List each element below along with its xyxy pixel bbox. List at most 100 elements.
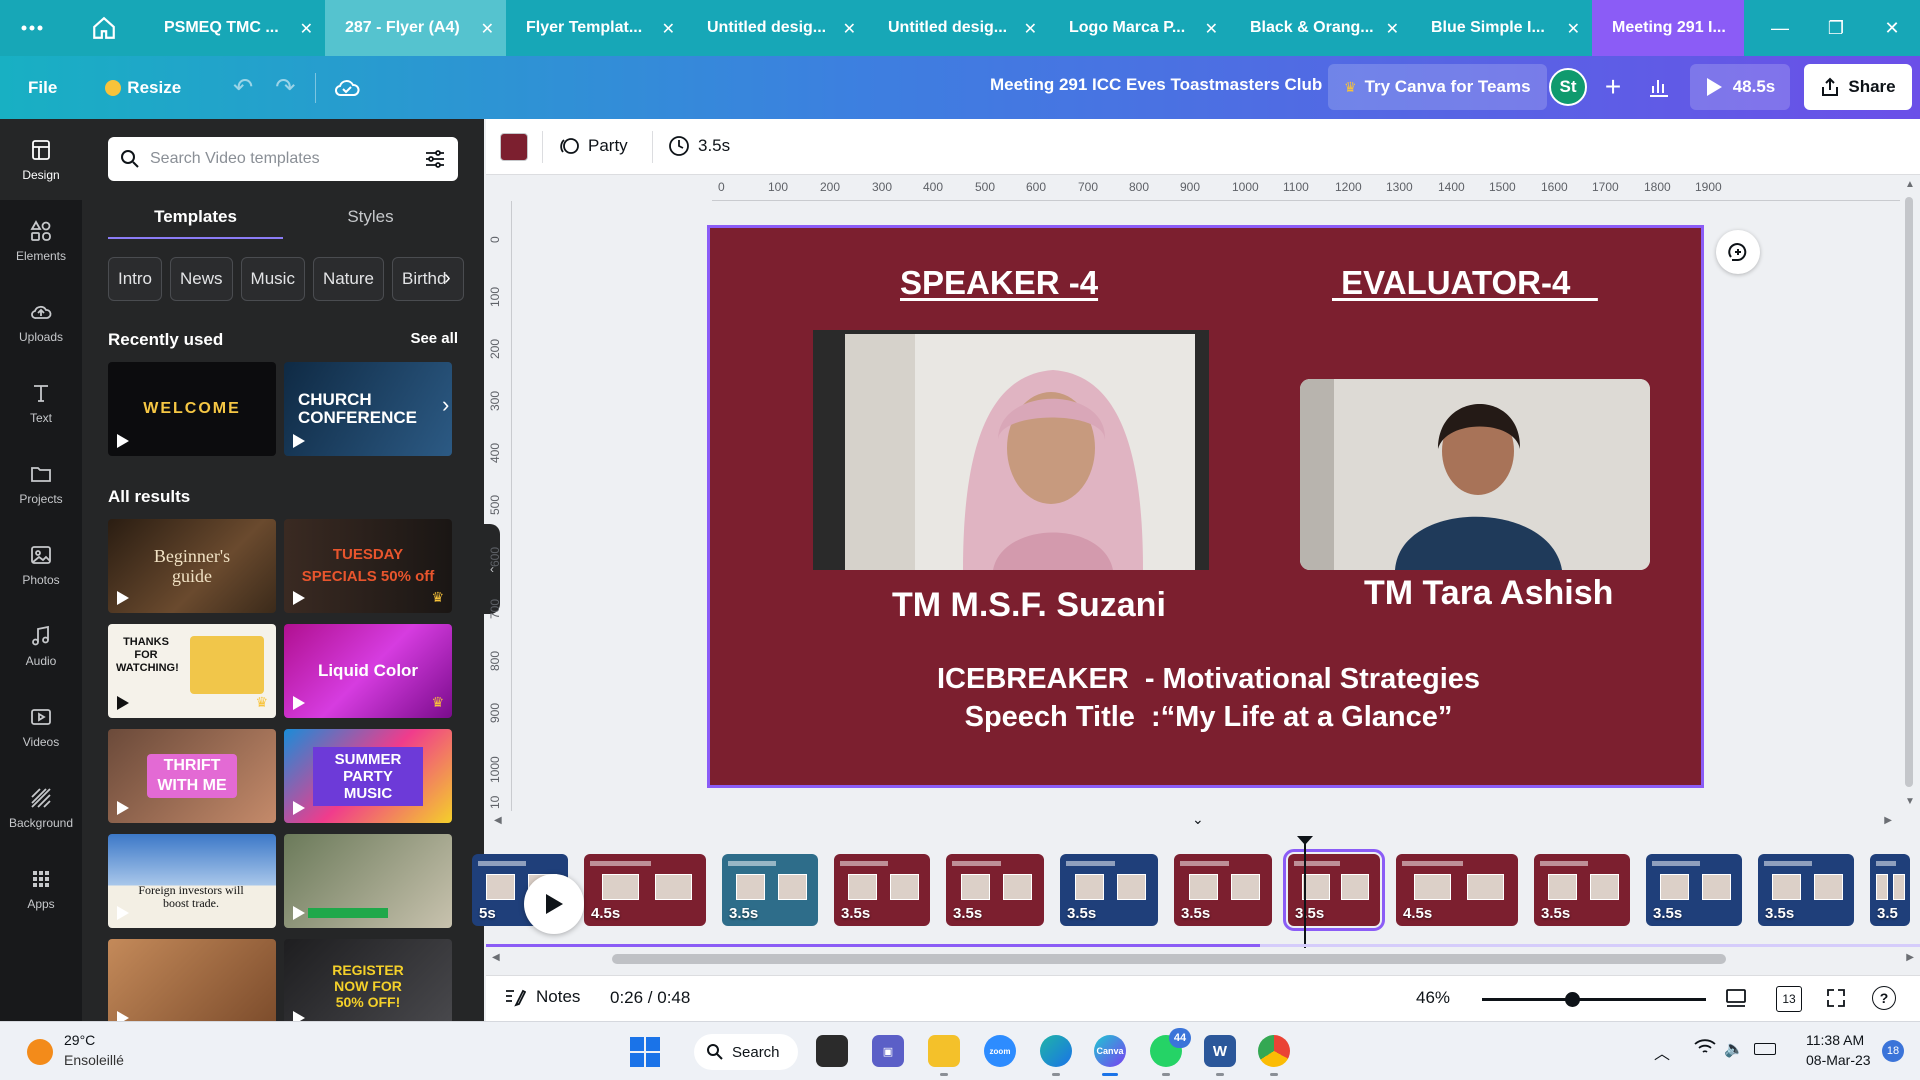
template-thumbnail[interactable]: THRIFT WITH ME (108, 729, 276, 823)
evaluator-photo[interactable] (1300, 379, 1650, 570)
share-button[interactable]: Share (1804, 64, 1912, 110)
insights-chart-icon[interactable] (1636, 64, 1682, 110)
browser-tab[interactable]: Flyer Templat... ✕ (506, 0, 687, 56)
slide-canvas[interactable]: SPEAKER -4 EVALUATOR-4 TM M.S.F. Suzani … (707, 225, 1704, 788)
chevron-up-icon[interactable]: ︿ (1654, 1040, 1670, 1064)
nav-design[interactable]: Design (0, 119, 82, 200)
close-icon[interactable]: ✕ (1024, 19, 1037, 39)
nav-projects[interactable]: Projects (0, 443, 82, 524)
scroll-down-icon[interactable]: ▼ (1905, 796, 1915, 807)
zoom-icon[interactable]: zoom (984, 1035, 1016, 1067)
vertical-scrollbar-thumb[interactable] (1905, 197, 1913, 787)
tab-templates[interactable]: Templates (108, 199, 283, 239)
notes-button[interactable]: Notes (504, 987, 580, 1007)
timeline-scrollbar-thumb[interactable] (612, 954, 1726, 964)
timeline-thumbnail[interactable]: 3.5s (722, 854, 818, 926)
icebreaker-line[interactable]: ICEBREAKER - Motivational Strategies (710, 663, 1701, 696)
template-thumbnail[interactable]: CHURCH CONFERENCE (284, 362, 452, 456)
speaker-photo[interactable] (813, 330, 1209, 570)
duration-button[interactable]: 3.5s (668, 135, 730, 157)
close-icon[interactable]: ✕ (481, 19, 494, 39)
timeline-thumbnail[interactable]: 3.5 (1870, 854, 1910, 926)
undo-icon[interactable]: ↶ (233, 73, 253, 102)
redo-icon[interactable]: ↷ (275, 73, 295, 102)
chip-intro[interactable]: Intro (108, 257, 163, 301)
see-all-link[interactable]: See all (410, 330, 458, 347)
chrome-icon[interactable] (1258, 1035, 1290, 1076)
browser-tab[interactable]: Blue Simple I... ✕ (1411, 0, 1592, 56)
scroll-up-icon[interactable]: ▲ (1905, 179, 1915, 190)
close-icon[interactable]: ✕ (1567, 19, 1580, 39)
close-icon[interactable]: ✕ (662, 19, 675, 39)
scroll-left-icon[interactable]: ◀ (494, 815, 502, 826)
zoom-percent[interactable]: 46% (1416, 988, 1450, 1008)
close-window-icon[interactable]: ✕ (1864, 0, 1920, 56)
speaker-name[interactable]: TM M.S.F. Suzani (892, 586, 1166, 625)
background-color-swatch[interactable] (500, 133, 528, 161)
taskbar-search[interactable]: Search (694, 1034, 798, 1070)
whatsapp-icon[interactable]: 44 (1150, 1028, 1191, 1076)
edge-browser-icon[interactable] (1040, 1035, 1072, 1076)
add-collaborator-icon[interactable]: + (1594, 68, 1632, 106)
zoom-slider[interactable] (1482, 992, 1706, 1007)
template-thumbnail[interactable]: WELCOME (108, 362, 276, 456)
timeline-thumbnail[interactable]: 3.5s (1758, 854, 1854, 926)
nav-background[interactable]: Background (0, 767, 82, 848)
template-thumbnail[interactable]: REGISTER NOW FOR 50% OFF! (284, 939, 452, 1021)
clock-time[interactable]: 11:38 AM (1806, 1032, 1864, 1048)
scroll-right-icon[interactable]: ▶ (1884, 815, 1892, 826)
playhead[interactable] (1297, 836, 1313, 948)
nav-audio[interactable]: Audio (0, 605, 82, 686)
template-thumbnail[interactable]: TUESDAY SPECIALS 50% off ♛ (284, 519, 452, 613)
resize-button[interactable]: Resize (91, 68, 195, 108)
template-thumbnail[interactable]: Liquid Color ♛ (284, 624, 452, 718)
nav-uploads[interactable]: Uploads (0, 281, 82, 362)
cloud-save-icon[interactable] (334, 77, 360, 99)
vertical-scrollbar[interactable]: ▲ ▼ (1900, 175, 1920, 811)
weather-sun-icon[interactable] (27, 1039, 53, 1065)
filter-icon[interactable] (424, 149, 446, 169)
regenerate-icon[interactable] (1716, 230, 1760, 274)
animation-button[interactable]: Party (558, 135, 628, 157)
document-title[interactable]: Meeting 291 ICC Eves Toastmasters Club (990, 75, 1322, 95)
wifi-icon[interactable] (1694, 1038, 1716, 1061)
file-menu-button[interactable]: File (14, 68, 71, 108)
timeline-thumbnail[interactable]: 3.5s (946, 854, 1044, 926)
browser-tab-active[interactable]: Meeting 291 I... (1592, 0, 1744, 56)
timeline-thumbnail-current[interactable]: 3.5s (1283, 849, 1385, 931)
template-thumbnail[interactable] (284, 834, 452, 928)
chip-music[interactable]: Music (240, 257, 305, 301)
help-icon[interactable]: ? (1872, 986, 1896, 1010)
zoom-slider-knob[interactable] (1564, 992, 1580, 1007)
search-input[interactable] (150, 150, 414, 168)
avatar[interactable]: St (1549, 68, 1587, 106)
template-thumbnail[interactable]: Beginner's guide (108, 519, 276, 613)
chevron-down-icon[interactable]: ⌄ (1192, 811, 1204, 828)
weather-condition[interactable]: Ensoleillé (64, 1052, 124, 1068)
chevron-right-icon[interactable]: › (442, 392, 449, 418)
template-thumbnail[interactable]: THANKS FOR WATCHING! ♛ (108, 624, 276, 718)
teams-chat-icon[interactable]: ▣ (872, 1035, 904, 1067)
timeline-thumbnail[interactable]: 3.5s (1060, 854, 1158, 926)
nav-photos[interactable]: Photos (0, 524, 82, 605)
volume-icon[interactable]: 🔈 (1724, 1039, 1744, 1059)
home-icon[interactable] (64, 0, 144, 56)
browser-tab[interactable]: 287 - Flyer (A4) ✕ (325, 0, 506, 56)
grid-view-icon[interactable] (1724, 986, 1748, 1010)
three-dots-icon[interactable] (0, 0, 64, 56)
evaluator-title[interactable]: EVALUATOR-4 (1332, 264, 1598, 302)
nav-elements[interactable]: Elements (0, 200, 82, 281)
try-canva-teams-button[interactable]: ♛ Try Canva for Teams (1328, 64, 1547, 110)
windows-start-icon[interactable] (630, 1037, 660, 1067)
page-count-badge[interactable]: 13 (1776, 986, 1802, 1012)
template-thumbnail[interactable]: Foreign investors will boost trade. (108, 834, 276, 928)
close-icon[interactable]: ✕ (843, 19, 856, 39)
scroll-left-icon[interactable]: ◀ (492, 952, 500, 963)
timeline-thumbnail[interactable]: 4.5s (584, 854, 706, 926)
canva-icon[interactable]: Canva (1094, 1035, 1126, 1076)
present-play-button[interactable]: 48.5s (1690, 64, 1790, 110)
fullscreen-icon[interactable] (1824, 986, 1848, 1010)
timeline-thumbnail[interactable]: 3.5s (1534, 854, 1630, 926)
chip-birthday[interactable]: Birthd (391, 257, 464, 301)
canvas-horizontal-scrollbar[interactable]: ◀ ▶ ⌄ (486, 811, 1900, 831)
